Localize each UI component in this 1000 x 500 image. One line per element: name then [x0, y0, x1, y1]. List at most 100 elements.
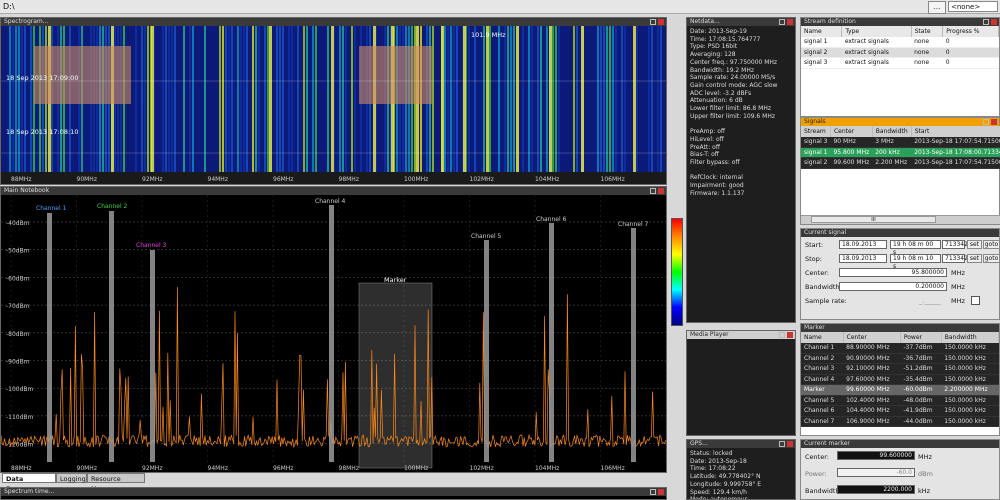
table-cell: 104.4000 MHz	[843, 405, 901, 417]
stream-definition-title: Stream definition	[804, 18, 856, 25]
close-icon[interactable]	[991, 19, 997, 25]
spectrogram-stripe	[342, 26, 344, 172]
spectrogram-stripe	[21, 26, 23, 172]
table-row[interactable]: Channel 6 104.4000 MHz -41.9dBm 150.0000 kH…	[801, 405, 999, 417]
start-time-field[interactable]: 19 h 08 m 00 s	[890, 240, 941, 256]
spectrogram-stripe	[657, 26, 659, 172]
marker-titlebar: Marker	[801, 324, 999, 332]
column-header[interactable]: Bandwidth	[941, 332, 1000, 343]
table-row[interactable]: Channel 1 88.90000 MHz -37.7dBm 150.0000 kH…	[801, 343, 999, 354]
signals-scrollbar[interactable]: III	[801, 215, 1000, 224]
spectrum-plot[interactable]: -40dBm -50dBm -60dBm -70dBm -80dBm -90dBm -100…	[1, 195, 666, 472]
center-field[interactable]: 95.800000	[839, 268, 947, 277]
channel-bar	[484, 240, 489, 462]
close-icon[interactable]	[787, 441, 793, 447]
spectrogram-stripe	[261, 26, 263, 172]
main-notebook-titlebar: Main Notebook	[1, 187, 666, 195]
spectrogram-stripe	[213, 26, 215, 172]
signals-titlebar: Signals	[801, 118, 999, 126]
bandwidth-field[interactable]: 0.200000	[839, 282, 947, 291]
stop-ms-field[interactable]: 713342	[942, 254, 968, 263]
maximize-icon[interactable]	[983, 119, 989, 125]
spectrogram-stripe	[132, 26, 134, 172]
table-cell: 2013-Sep-18 17:07:54.715006	[911, 157, 1000, 169]
sample-rate-checkbox[interactable]	[971, 296, 980, 305]
close-icon[interactable]	[991, 119, 997, 125]
spectrogram-stripe	[600, 26, 602, 172]
x-tick-label: 100MHz	[404, 176, 428, 183]
column-header[interactable]: Progress %	[942, 26, 999, 37]
start-ms-field[interactable]: 713342	[942, 240, 968, 249]
table-cell: Marker	[801, 384, 844, 396]
spectrogram-stripe	[495, 26, 497, 172]
maximize-icon[interactable]	[779, 441, 785, 447]
spectrogram-stripe	[201, 26, 203, 172]
path-select[interactable]: <none>	[948, 1, 998, 12]
channel-label: Channel 3	[136, 242, 167, 249]
marker-center-field[interactable]: 99.600000	[837, 451, 915, 460]
column-header[interactable]: State	[911, 26, 944, 37]
column-header[interactable]: Type	[841, 26, 912, 37]
column-header[interactable]: Name	[801, 332, 844, 343]
maximize-icon[interactable]	[650, 188, 656, 194]
column-header[interactable]: Power	[900, 332, 942, 343]
column-header[interactable]: Bandwidth	[872, 126, 912, 137]
browse-button[interactable]: ...	[928, 1, 946, 14]
marker-bandwidth-field[interactable]: 2200.000	[837, 485, 915, 494]
maximize-icon[interactable]	[650, 489, 656, 495]
table-row[interactable]: signal 3 90 MHz 3 MHz 2013-Sep-18 17:07:54.…	[801, 137, 1000, 148]
close-icon[interactable]	[787, 19, 793, 25]
stop-time-field[interactable]: 19 h 08 m 10 s	[890, 254, 941, 270]
current-signal-panel: Current signal Start: 18.09.2013 19 h 08…	[800, 228, 1000, 320]
table-row[interactable]: Channel 4 97.60000 MHz -35.4dBm 150.0000 kH…	[801, 374, 999, 385]
table-row[interactable]: Marker 99.60000 MHz -60.0dBm 2.200000 MHz	[801, 384, 999, 396]
column-header[interactable]: Center	[830, 126, 873, 137]
spectrogram-strong-line	[633, 26, 636, 172]
table-row[interactable]: signal 3 extract signals none 0	[801, 57, 999, 69]
spectrogram-strong-line	[549, 26, 552, 172]
spectrogram-strong-line	[269, 26, 272, 172]
start-set-button[interactable]: set	[967, 240, 982, 249]
column-header[interactable]: Name	[801, 26, 843, 37]
table-row[interactable]: Channel 2 90.90000 MHz -36.7dBm 150.0000 kH…	[801, 353, 999, 364]
table-cell: 2013-Sep-18 17:07:54.715006	[911, 137, 1000, 148]
spectrogram-stripe	[558, 26, 560, 172]
spectrogram-canvas[interactable]: 18 Sep 2013 17:09:00 18 Sep 2013 17:08:10…	[1, 26, 666, 184]
maximize-icon[interactable]	[779, 19, 785, 25]
column-header[interactable]: Stream	[801, 126, 831, 137]
close-icon[interactable]	[658, 489, 664, 495]
close-icon[interactable]	[658, 188, 664, 194]
info-line: Time: 17:08:15.764777	[690, 35, 761, 43]
table-row[interactable]: signal 2 99.600 MHz 2.200 MHz 2013-Sep-18 1…	[801, 157, 1000, 169]
stop-date-field[interactable]: 18.09.2013	[839, 254, 887, 263]
spectrogram-stripe	[459, 26, 461, 172]
table-cell: signal 3	[801, 137, 831, 148]
table-row[interactable]: Channel 3 92.10000 MHz -51.2dBm 150.0000 kH…	[801, 363, 999, 375]
table-cell: 102.4000 MHz	[843, 395, 901, 406]
stop-set-button[interactable]: set	[967, 254, 982, 263]
column-header[interactable]: Start	[911, 126, 1000, 137]
table-row[interactable]: signal 1 extract signals none 0	[801, 37, 999, 48]
column-header[interactable]: Center	[843, 332, 901, 343]
maximize-icon[interactable]	[779, 332, 785, 338]
tab-data-processor[interactable]: Data Processor	[2, 473, 56, 493]
spectrogram-stripe	[15, 26, 17, 172]
close-icon[interactable]	[658, 19, 664, 25]
tab-resource-manager[interactable]: Resource Manager	[87, 473, 145, 493]
stop-goto-button[interactable]: goto	[983, 254, 1000, 263]
maximize-icon[interactable]	[650, 19, 656, 25]
start-date-field[interactable]: 18.09.2013	[839, 240, 887, 249]
tab-logging[interactable]: Logging	[56, 473, 87, 483]
table-row[interactable]: Channel 7 106.9000 MHz -44.0dBm 150.0000 kH…	[801, 416, 999, 427]
start-goto-button[interactable]: goto	[983, 240, 1000, 249]
channel-label: Channel 4	[315, 198, 346, 205]
close-icon[interactable]	[787, 332, 793, 338]
table-cell: -51.2dBm	[900, 363, 942, 375]
table-row[interactable]: signal 2 extract signals none 0	[801, 47, 999, 58]
spectrogram-stripe	[207, 26, 209, 172]
table-row[interactable]: Channel 5 102.4000 MHz -48.0dBm 150.0000 kH…	[801, 395, 999, 406]
table-row[interactable]: signal 1 95.800 MHz 200 kHz 2013-Sep-18 17:…	[801, 147, 1000, 158]
spectrogram-stripe	[588, 26, 590, 172]
maximize-icon[interactable]	[983, 19, 989, 25]
scroll-thumb[interactable]: III	[811, 216, 936, 223]
